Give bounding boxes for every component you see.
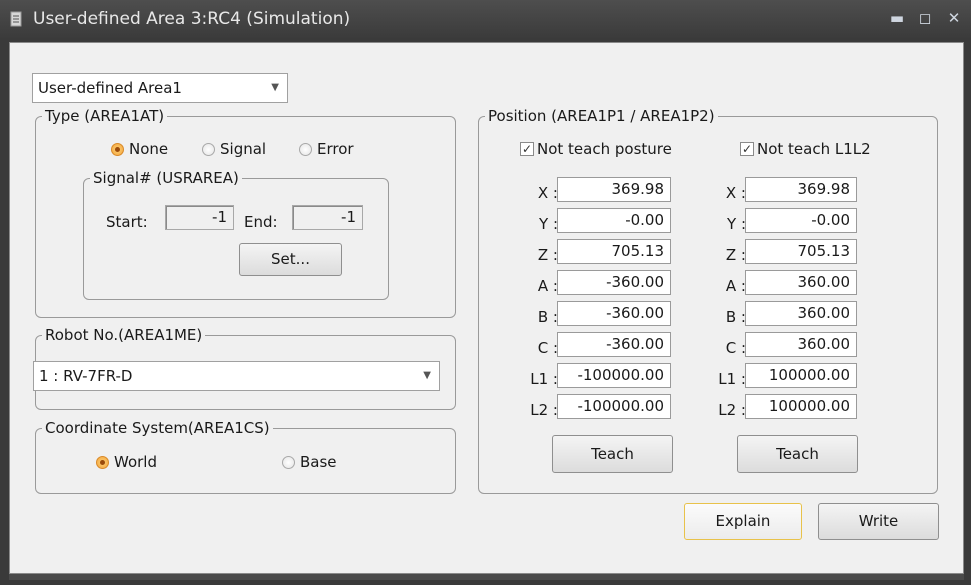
p2-field-x[interactable]: 369.98 (745, 177, 857, 202)
dialog-client-area: User-defined Area1 ▼ Type (AREA1AT) None… (9, 42, 964, 574)
p2-field-l1[interactable]: 100000.00 (745, 363, 857, 388)
explain-button[interactable]: Explain (684, 503, 802, 540)
radio-base-label: Base (300, 453, 337, 471)
p1-label-b: B : (537, 308, 558, 326)
p2-field-l2[interactable]: 100000.00 (745, 394, 857, 419)
position-group: Position (AREA1P1 / AREA1P2) (478, 107, 938, 494)
p2-field-c[interactable]: 360.00 (745, 332, 857, 357)
p1-field-x[interactable]: 369.98 (557, 177, 671, 202)
p1-field-z[interactable]: 705.13 (557, 239, 671, 264)
checkbox-not-teach-posture[interactable]: ✓ Not teach posture (520, 140, 672, 158)
radio-base[interactable]: Base (282, 453, 337, 471)
radio-none[interactable]: None (111, 140, 168, 158)
dialog-window: User-defined Area 3:RC4 (Simulation) ▬ ◻… (0, 0, 971, 585)
p2-label-b: B : (725, 308, 746, 326)
p1-field-b[interactable]: -360.00 (557, 301, 671, 326)
p2-label-c: C : (725, 339, 746, 357)
coordinate-group-legend: Coordinate System(AREA1CS) (45, 419, 270, 437)
chevron-down-icon: ▼ (423, 370, 431, 381)
close-button[interactable]: ✕ (945, 8, 963, 28)
p2-teach-button[interactable]: Teach (737, 435, 858, 473)
radio-unselected-icon (299, 142, 312, 156)
p2-field-a[interactable]: 360.00 (745, 270, 857, 295)
p1-teach-button[interactable]: Teach (552, 435, 673, 473)
robot-group-legend: Robot No.(AREA1ME) (45, 326, 203, 344)
p2-label-a: A : (725, 277, 746, 295)
p1-label-z: Z : (537, 246, 558, 264)
chevron-down-icon: ▼ (271, 82, 279, 93)
p1-label-y: Y : (539, 215, 558, 233)
robot-select-value: 1 : RV-7FR-D (39, 367, 133, 385)
checkbox-not-teach-posture-label: Not teach posture (537, 140, 672, 158)
signal-group: Signal# (USRAREA) (83, 169, 389, 300)
p1-label-x: X : (537, 184, 558, 202)
p2-label-l1: L1 : (718, 370, 746, 388)
area-select[interactable]: User-defined Area1 ▼ (32, 73, 288, 103)
write-button[interactable]: Write (818, 503, 939, 540)
p2-label-x: X : (725, 184, 746, 202)
checkbox-not-teach-l1l2-label: Not teach L1L2 (757, 140, 871, 158)
maximize-button[interactable]: ◻ (916, 8, 934, 28)
radio-world[interactable]: World (96, 453, 157, 471)
p2-label-z: Z : (725, 246, 746, 264)
title-bar[interactable]: User-defined Area 3:RC4 (Simulation) ▬ ◻… (0, 0, 971, 38)
p2-label-y: Y : (727, 215, 746, 233)
window-title: User-defined Area 3:RC4 (Simulation) (33, 9, 351, 29)
radio-signal[interactable]: Signal (202, 140, 266, 158)
p1-label-l1: L1 : (530, 370, 558, 388)
radio-selected-icon (111, 142, 124, 156)
radio-unselected-icon (282, 455, 295, 469)
signal-group-legend: Signal# (USRAREA) (93, 169, 239, 187)
radio-unselected-icon (202, 142, 215, 156)
p1-field-a[interactable]: -360.00 (557, 270, 671, 295)
radio-world-label: World (114, 453, 157, 471)
checkmark-icon: ✓ (520, 142, 534, 156)
p1-field-l1[interactable]: -100000.00 (557, 363, 671, 388)
position-group-legend: Position (AREA1P1 / AREA1P2) (488, 107, 715, 125)
p1-label-c: C : (537, 339, 558, 357)
start-label: Start: (106, 213, 148, 231)
p1-label-a: A : (537, 277, 558, 295)
radio-none-label: None (129, 140, 169, 158)
document-icon (10, 11, 22, 27)
p1-field-l2[interactable]: -100000.00 (557, 394, 671, 419)
p2-field-b[interactable]: 360.00 (745, 301, 857, 326)
window-bottom-border (9, 574, 964, 580)
radio-signal-label: Signal (220, 140, 267, 158)
radio-selected-icon (96, 455, 109, 469)
radio-error-label: Error (317, 140, 354, 158)
p1-field-c[interactable]: -360.00 (557, 332, 671, 357)
area-select-value: User-defined Area1 (38, 79, 182, 97)
p2-label-l2: L2 : (718, 401, 746, 419)
end-field[interactable]: -1 (292, 205, 363, 230)
radio-error[interactable]: Error (299, 140, 354, 158)
end-label: End: (244, 213, 278, 231)
type-group-legend: Type (AREA1AT) (45, 107, 165, 125)
p2-field-z[interactable]: 705.13 (745, 239, 857, 264)
set-button[interactable]: Set... (239, 243, 342, 276)
start-field[interactable]: -1 (165, 205, 234, 230)
checkbox-not-teach-l1l2[interactable]: ✓ Not teach L1L2 (740, 140, 871, 158)
checkmark-icon: ✓ (740, 142, 754, 156)
robot-select[interactable]: 1 : RV-7FR-D ▼ (33, 361, 440, 391)
p2-field-y[interactable]: -0.00 (745, 208, 857, 233)
p1-label-l2: L2 : (530, 401, 558, 419)
minimize-button[interactable]: ▬ (888, 8, 906, 28)
p1-field-y[interactable]: -0.00 (557, 208, 671, 233)
